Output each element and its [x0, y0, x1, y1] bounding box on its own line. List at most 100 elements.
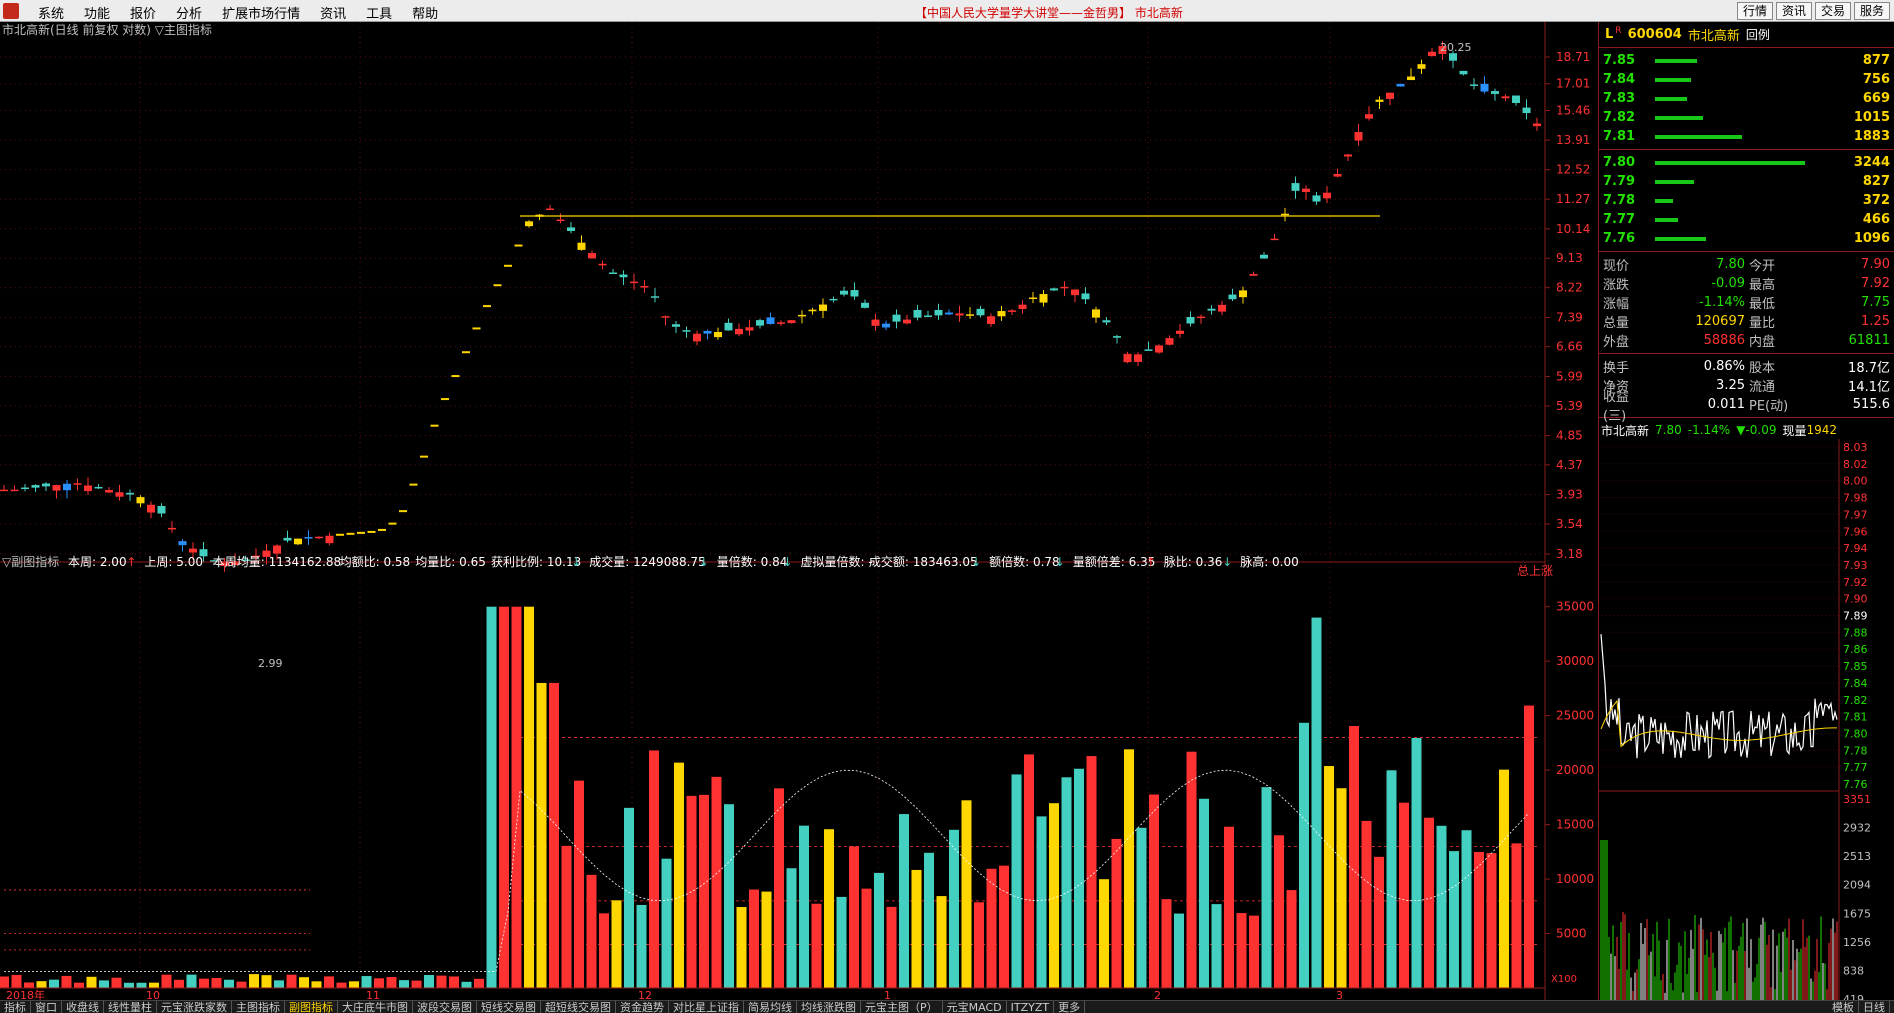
- stat-row: 现价 7.80 今开 7.90: [1599, 255, 1894, 274]
- volume-bar: [1324, 766, 1334, 988]
- volume-bar: [811, 903, 822, 988]
- indicator-tab[interactable]: 元宝涨跌家数: [157, 1001, 232, 1013]
- ask-row[interactable]: 7.83 669: [1599, 89, 1894, 108]
- volume-bar: [299, 977, 309, 988]
- indicator-tab[interactable]: 副图指标: [285, 1001, 338, 1013]
- candle-body: [735, 328, 743, 335]
- bid-price: 7.79: [1603, 174, 1636, 189]
- ask-row[interactable]: 7.81 1883: [1599, 127, 1894, 146]
- bid-row[interactable]: 7.76 1096: [1599, 229, 1894, 248]
- bid-row[interactable]: 7.80 3244: [1599, 153, 1894, 172]
- candle-body: [1207, 308, 1216, 311]
- trade-button[interactable]: 交易: [1814, 2, 1851, 20]
- volume-bar: [586, 874, 597, 988]
- indicator-tab[interactable]: 主图指标: [232, 1001, 285, 1013]
- candle-body: [892, 314, 901, 322]
- volume-bar: [1186, 751, 1197, 988]
- stat-key: 今开: [1749, 259, 1776, 274]
- volume-bar: [224, 979, 234, 988]
- indicator-tab[interactable]: 对比星上证指: [669, 1001, 744, 1013]
- volume-bar: [899, 814, 909, 988]
- menu-extended-market[interactable]: 扩展市场行情: [212, 3, 310, 22]
- indicator-tab[interactable]: 短线交易图: [477, 1001, 541, 1013]
- volume-bar: [1499, 769, 1509, 988]
- indicator-tab[interactable]: 波段交易图: [413, 1001, 477, 1013]
- bid-row[interactable]: 7.77 466: [1599, 210, 1894, 229]
- indicator-tab[interactable]: 资金趋势: [616, 1001, 669, 1013]
- volume-bar: [761, 891, 772, 988]
- candle-body: [724, 322, 733, 331]
- candle-body: [1386, 92, 1394, 99]
- candle-body: [1008, 310, 1016, 312]
- bottom-right-tab[interactable]: 日线: [1859, 1001, 1890, 1013]
- menu-help[interactable]: 帮助: [402, 3, 448, 22]
- indicator-tab[interactable]: 元宝MACD: [943, 1001, 1007, 1013]
- mini-price-label: 7.85: [1843, 660, 1868, 673]
- indicator-tab[interactable]: ITZYZT: [1007, 1001, 1055, 1013]
- volume-bar: [136, 982, 147, 988]
- price-tick-label: 15.46: [1556, 104, 1590, 118]
- news-button[interactable]: 资讯: [1775, 2, 1812, 20]
- stock-code: 600604: [1627, 27, 1682, 42]
- bid-volume: 1096: [1853, 231, 1890, 246]
- candle-body: [84, 485, 92, 492]
- candle-body: [168, 527, 176, 530]
- bid-price: 7.77: [1603, 212, 1636, 227]
- volume-bar: [461, 981, 472, 988]
- indicator-tab[interactable]: 指标: [0, 1001, 31, 1013]
- bid-row[interactable]: 7.78 372: [1599, 191, 1894, 210]
- volume-bar: [836, 896, 847, 988]
- mode-label[interactable]: 回例: [1746, 26, 1770, 43]
- mini-price-label: 7.92: [1843, 576, 1868, 589]
- stat-key: PE(动): [1749, 399, 1789, 414]
- volume-bar: [1199, 798, 1209, 988]
- menu-tools[interactable]: 工具: [356, 3, 402, 22]
- quote-button[interactable]: 行情: [1736, 2, 1773, 20]
- indicator-tab[interactable]: 窗口: [31, 1001, 62, 1013]
- candle-body: [1144, 349, 1153, 351]
- candle-body: [1071, 289, 1079, 296]
- chart-area[interactable]: 18.71 17.01 15.46 13.91 12.52 11.27 10.14 9.13 8…: [0, 22, 1598, 1000]
- candle-body: [1470, 84, 1478, 86]
- service-button[interactable]: 服务: [1853, 2, 1890, 20]
- volume-bar: [1099, 879, 1109, 988]
- candle-body: [1291, 183, 1300, 191]
- candle-body: [829, 298, 838, 301]
- volume-bar: [1236, 913, 1247, 988]
- candle-body: [1281, 213, 1289, 216]
- indicator-tab[interactable]: 收盘线: [62, 1001, 104, 1013]
- candle-body: [882, 323, 890, 328]
- bottom-right-tab[interactable]: 模板: [1828, 1001, 1859, 1013]
- volume-bar: [1111, 838, 1122, 988]
- indicator-tab[interactable]: 更多: [1054, 1001, 1086, 1013]
- indicator-tab[interactable]: 元宝主图（P）: [861, 1001, 943, 1013]
- ask-row[interactable]: 7.82 1015: [1599, 108, 1894, 127]
- candle-body: [556, 219, 565, 222]
- indicator-tab[interactable]: 线性量柱: [104, 1001, 157, 1013]
- volume-bar: [274, 980, 284, 988]
- candle-body: [147, 504, 155, 513]
- candle-body: [1050, 288, 1058, 291]
- menu-analysis[interactable]: 分析: [166, 3, 212, 22]
- menu-system[interactable]: 系统: [28, 3, 74, 22]
- menu-quote[interactable]: 报价: [120, 3, 166, 22]
- menu-news[interactable]: 资讯: [310, 3, 356, 22]
- volume-bar: [561, 845, 572, 988]
- fundamental-stats: 换手 0.86% 股本 18.7亿 净资 3.25 流通 14.1亿 收益(三) 0.011 PE(…: [1599, 357, 1894, 424]
- ask-row[interactable]: 7.84 756: [1599, 70, 1894, 89]
- indicator-tab[interactable]: 均线涨跌图: [797, 1001, 861, 1013]
- intraday-chart[interactable]: 8.03 8.02 8.00 7.98 7.97 7.96 7.94 7.93 7.92 7.90…: [1599, 439, 1894, 1006]
- indicator-tab[interactable]: 超短线交易图: [541, 1001, 616, 1013]
- indicator-tab[interactable]: 简易均线: [744, 1001, 797, 1013]
- menu-function[interactable]: 功能: [74, 3, 120, 22]
- bid-depth-bar: [1655, 237, 1706, 241]
- bid-row[interactable]: 7.79 827: [1599, 172, 1894, 191]
- volume-bar: [1411, 738, 1422, 988]
- indicator-tab[interactable]: 大庄底牛市图: [338, 1001, 413, 1013]
- ask-row[interactable]: 7.85 877: [1599, 51, 1894, 70]
- candle-body: [777, 322, 785, 324]
- price-tick-label: 3.54: [1556, 517, 1583, 531]
- stat-key: 涨跌: [1603, 278, 1630, 293]
- sub-header-item: 本周: 2.00: [68, 555, 127, 569]
- stat-value: 0.86%: [1703, 359, 1745, 374]
